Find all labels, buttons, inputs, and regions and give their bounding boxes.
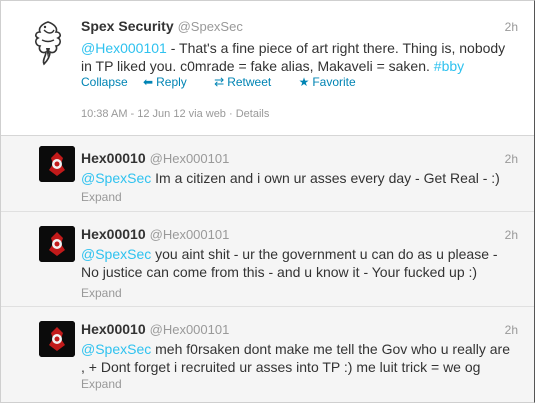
- spex-dragon-avatar-icon[interactable]: [24, 18, 72, 66]
- expand-link[interactable]: Expand: [81, 377, 122, 391]
- tweet-timestamp[interactable]: 10:38 AM - 12 Jun 12 via web: [81, 108, 226, 120]
- author-name-text[interactable]: Spex Security: [81, 18, 174, 34]
- main-tweet: Spex Security @SpexSec 2h @Hex000101 - Th…: [1, 1, 534, 136]
- tweet-text-line1: - That's a fine piece of art right there…: [166, 40, 506, 56]
- reply-arrow-icon: ⬅: [143, 75, 154, 89]
- tweet-meta: 10:38 AM - 12 Jun 12 via web · Details: [81, 108, 269, 120]
- reply-author-handle[interactable]: @Hex000101: [150, 151, 230, 166]
- reply-tweet[interactable]: Hex00010 @Hex000101 2h @SpexSec you aint …: [1, 212, 534, 307]
- hashtag-link[interactable]: #bby: [434, 58, 464, 74]
- reply-author-name[interactable]: Hex00010 @Hex000101: [81, 150, 229, 166]
- reply-text: @SpexSec you aint shit - ur the governme…: [81, 245, 526, 281]
- tweet-time[interactable]: 2h: [505, 20, 518, 34]
- retweet-icon: ⇄: [214, 75, 225, 89]
- reply-author-name-text[interactable]: Hex00010: [81, 321, 146, 337]
- reply-tweet[interactable]: Hex00010 @Hex000101 2h @SpexSec meh f0rsa…: [1, 307, 534, 402]
- reply-author-name-text[interactable]: Hex00010: [81, 226, 146, 242]
- reply-author-name[interactable]: Hex00010 @Hex000101: [81, 226, 229, 242]
- reply-text-line1: Im a citizen and i own ur asses every da…: [151, 170, 500, 186]
- tweet-actions: Collapse ⬅ Reply ⇄ Retweet ★ Favorite: [81, 75, 380, 89]
- reply-text-line2: , + Dont forget i recruited ur asses int…: [81, 359, 481, 375]
- expand-link[interactable]: Expand: [81, 190, 122, 204]
- mention-link[interactable]: @SpexSec: [81, 170, 151, 186]
- reply-text: @SpexSec Im a citizen and i own ur asses…: [81, 169, 500, 187]
- mention-link[interactable]: @Hex000101: [81, 40, 167, 56]
- reply-author-handle[interactable]: @Hex000101: [150, 227, 230, 242]
- red-emblem-avatar-icon[interactable]: [39, 226, 75, 262]
- retweet-label: Retweet: [227, 75, 272, 89]
- meta-separator: ·: [225, 108, 236, 120]
- red-emblem-avatar-icon[interactable]: [39, 321, 75, 357]
- reply-action[interactable]: ⬅ Reply: [143, 75, 199, 89]
- reply-text-line1: meh f0rsaken dont make me tell the Gov w…: [151, 341, 510, 357]
- favorite-label: Favorite: [312, 75, 356, 89]
- star-icon: ★: [298, 75, 310, 89]
- collapse-link[interactable]: Collapse: [81, 75, 128, 89]
- mention-link[interactable]: @SpexSec: [81, 246, 151, 262]
- reply-text: @SpexSec meh f0rsaken dont make me tell …: [81, 340, 526, 376]
- tweet-text: @Hex000101 - That's a fine piece of art …: [81, 39, 521, 75]
- reply-author-name[interactable]: Hex00010 @Hex000101: [81, 321, 229, 337]
- tweet-text-line2: in TP liked you. c0mrade = fake alias, M…: [81, 58, 434, 74]
- author-name[interactable]: Spex Security @SpexSec: [81, 18, 243, 34]
- favorite-action[interactable]: ★ Favorite: [299, 75, 368, 89]
- reply-label: Reply: [156, 75, 187, 89]
- mention-link[interactable]: @SpexSec: [81, 341, 151, 357]
- tweet-conversation: Spex Security @SpexSec 2h @Hex000101 - Th…: [0, 0, 535, 403]
- expand-link[interactable]: Expand: [81, 286, 122, 300]
- reply-author-name-text[interactable]: Hex00010: [81, 150, 146, 166]
- reply-time[interactable]: 2h: [505, 152, 518, 166]
- reply-time[interactable]: 2h: [505, 323, 518, 337]
- reply-author-handle[interactable]: @Hex000101: [150, 322, 230, 337]
- reply-tweet[interactable]: Hex00010 @Hex000101 2h @SpexSec Im a citi…: [1, 136, 534, 212]
- retweet-action[interactable]: ⇄ Retweet: [214, 75, 283, 89]
- reply-time[interactable]: 2h: [505, 228, 518, 242]
- details-link[interactable]: Details: [236, 108, 270, 120]
- reply-text-line2: No justice can come from this - and u kn…: [81, 264, 478, 280]
- red-emblem-avatar-icon[interactable]: [39, 146, 75, 182]
- reply-text-line1: you aint shit - ur the government u can …: [151, 246, 498, 262]
- author-handle[interactable]: @SpexSec: [178, 19, 243, 34]
